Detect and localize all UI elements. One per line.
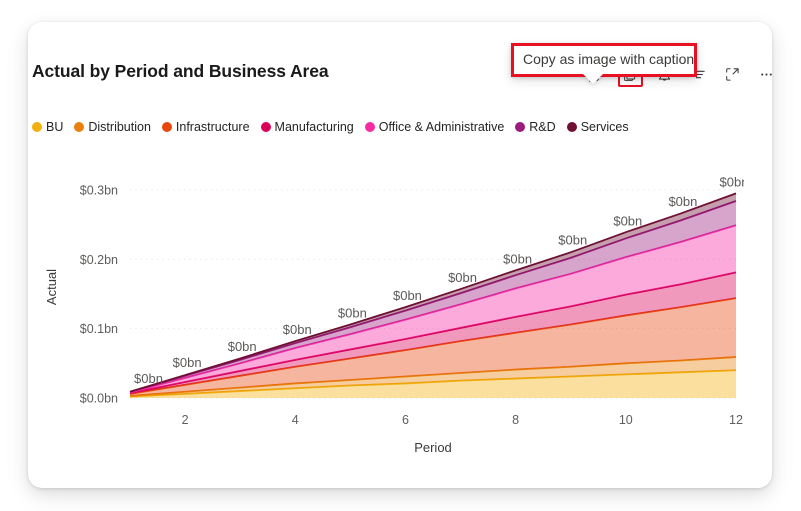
tooltip-arrow: [582, 73, 604, 84]
legend-item[interactable]: Infrastructure: [161, 120, 250, 134]
data-label: $0bn: [283, 322, 312, 337]
x-axis-tick-label: 2: [182, 413, 189, 427]
legend-item-label: Manufacturing: [274, 120, 354, 134]
legend-item-label: R&D: [529, 120, 556, 134]
tooltip: Copy as image with caption: [511, 43, 697, 84]
chart-plot-area: $0.0bn $0.1bn $0.2bn $0.3bn 2 4 6 8 10 12 Period Ac…: [32, 140, 744, 460]
data-label: $0bn: [448, 270, 477, 285]
legend-item-label: Infrastructure: [175, 120, 250, 134]
chart-legend: BU Distribution Infrastructure Manufacturin…: [32, 120, 640, 134]
tooltip-highlight-box: Copy as image with caption: [511, 43, 697, 84]
data-label: $0bn: [720, 174, 744, 189]
x-axis-tick-label: 6: [402, 413, 409, 427]
data-label: $0bn: [134, 371, 163, 386]
legend-item[interactable]: BU: [32, 120, 63, 134]
y-axis-tick-label: $0.1bn: [80, 322, 118, 336]
legend-color-swatch: [74, 122, 85, 132]
more-options-icon[interactable]: [754, 62, 779, 87]
legend-item[interactable]: R&D: [515, 120, 556, 134]
legend-item[interactable]: Manufacturing: [260, 120, 354, 134]
legend-color-swatch: [260, 122, 271, 132]
legend-color-swatch: [515, 122, 526, 132]
page-title: Actual by Period and Business Area: [32, 61, 329, 81]
legend-item[interactable]: Distribution: [74, 120, 151, 134]
y-axis-title: Actual: [44, 269, 59, 305]
stacked-area-chart: $0.0bn $0.1bn $0.2bn $0.3bn 2 4 6 8 10 12 Period Ac…: [44, 174, 744, 455]
tooltip-text: Copy as image with caption: [523, 51, 695, 67]
x-axis-title: Period: [414, 440, 452, 455]
data-label: $0bn: [558, 233, 587, 248]
y-axis-tick-label: $0.3bn: [80, 183, 118, 197]
x-axis-tick-label: 12: [729, 413, 743, 427]
legend-item-label: Office & Administrative: [378, 120, 505, 134]
data-label: $0bn: [503, 251, 532, 266]
legend-color-swatch: [566, 122, 577, 132]
y-axis-tick-label: $0.0bn: [80, 392, 118, 406]
focus-mode-icon[interactable]: [720, 62, 745, 87]
legend-item[interactable]: Services: [566, 120, 629, 134]
legend-color-swatch: [364, 122, 375, 132]
data-label: $0bn: [173, 355, 202, 370]
legend-color-swatch: [161, 122, 172, 132]
data-label: $0bn: [613, 213, 642, 228]
x-axis-tick-label: 8: [512, 413, 519, 427]
data-label: $0bn: [668, 194, 697, 209]
legend-item-label: BU: [46, 120, 64, 134]
data-label: $0bn: [338, 306, 367, 321]
y-axis-tick-label: $0.2bn: [80, 253, 118, 267]
legend-color-swatch: [32, 122, 42, 132]
legend-item[interactable]: Office & Administrative: [364, 120, 505, 134]
data-label: $0bn: [393, 288, 422, 303]
data-label: $0bn: [228, 339, 257, 354]
screenshot-root: Actual by Period and Business Area Copy …: [0, 0, 801, 511]
legend-item-label: Services: [580, 120, 629, 134]
x-axis-tick-label: 10: [619, 413, 633, 427]
legend-item-label: Distribution: [88, 120, 151, 134]
x-axis-tick-label: 4: [292, 413, 299, 427]
